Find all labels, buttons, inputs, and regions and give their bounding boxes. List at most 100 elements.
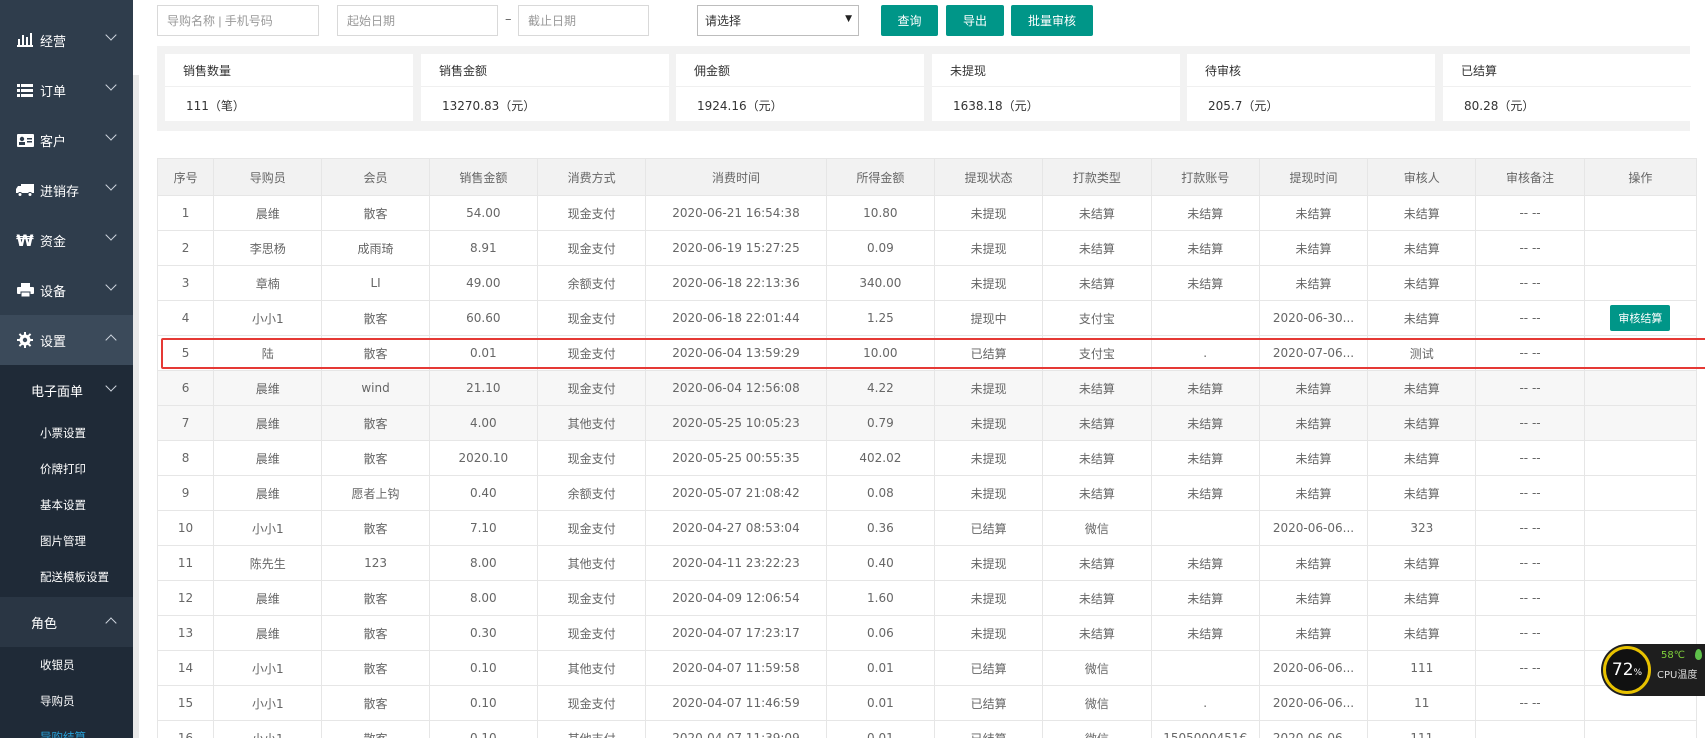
table-row[interactable]: 4 小小1 散客 60.60 现金支付 2020-06-18 22:01:44 1.25 提现…	[157, 300, 1698, 336]
table-cell: 7.10	[428, 510, 538, 546]
table-row[interactable]: 14 小小1 散客 0.10 其他支付 2020-04-07 11:59:58 0.01 已结…	[157, 650, 1698, 686]
table-cell: 未结算	[1367, 300, 1477, 336]
submenu-group-role[interactable]: 角色	[0, 597, 133, 647]
table-cell: 111	[1367, 720, 1477, 738]
table-row[interactable]: 15 小小1 散客 0.10 现金支付 2020-04-07 11:46:59 0.01 已结…	[157, 685, 1698, 721]
table-cell: 8.00	[428, 545, 538, 581]
table-cell: 未结算	[1367, 265, 1477, 301]
table-cell: 21.10	[428, 370, 538, 406]
table-cell: 现金支付	[536, 370, 647, 406]
cpu-temperature-widget[interactable]: 72% 58℃ CPU温度	[1601, 644, 1705, 696]
start-date-input[interactable]: 起始日期	[337, 5, 498, 36]
table-row[interactable]: 11 陈先生 123 8.00 其他支付 2020-04-11 23:22:23 0.40 未…	[157, 545, 1698, 581]
end-date-input[interactable]: 截止日期	[518, 5, 649, 36]
table-cell: 0.79	[825, 405, 936, 441]
table-cell: 未结算	[1367, 580, 1477, 616]
table-cell: 0.10	[428, 685, 538, 721]
cpu-percent: 72	[1611, 660, 1634, 680]
sidebar-item-label: 资金	[40, 234, 67, 250]
table-cell: 2020-06-18 22:01:44	[645, 300, 827, 336]
submenu-item-guide-settlement[interactable]: 导购结算	[0, 719, 133, 738]
table-row[interactable]: 3 章楠 LI 49.00 余额支付 2020-06-18 22:13:36 340.00 未…	[157, 265, 1698, 301]
sidebar-item-inventory[interactable]: 进销存	[0, 165, 133, 215]
table-row[interactable]: 9 晨维 愿者上钩 0.40 余额支付 2020-05-07 21:08:42 0.08 未提…	[157, 475, 1698, 511]
submenu-item-price-tag[interactable]: 价牌打印	[0, 451, 133, 487]
column-header: 消费时间	[645, 158, 827, 196]
stat-card-unwithdrawn: 未提现 1638.18（元）	[932, 54, 1180, 121]
dropdown-arrow-icon: ▼	[845, 14, 852, 24]
table-row[interactable]: 16小小1散客0.10其他支付2020-04-07 11:39:090.01已结…	[157, 720, 1698, 738]
table-cell: 未结算	[1150, 440, 1260, 476]
table-cell: 散客	[321, 405, 430, 441]
submenu-item-label: 配送模板设置	[40, 570, 109, 584]
table-row[interactable]: 13 晨维 散客 0.30 现金支付 2020-04-07 17:23:17 0.06 未提现…	[157, 615, 1698, 651]
export-button[interactable]: 导出	[946, 5, 1004, 36]
sidebar-item-funds[interactable]: ₩ 资金	[0, 215, 133, 265]
table-cell: 散客	[321, 300, 430, 336]
table-row[interactable]: 2 李思杨 成雨琦 8.91 现金支付 2020-06-19 15:27:25 0.09 未提…	[157, 230, 1698, 266]
table-cell: 8	[157, 440, 215, 476]
stat-title: 已结算	[1461, 64, 1498, 78]
submenu-group-ebill[interactable]: 电子面单	[0, 365, 133, 415]
sidebar-item-customers[interactable]: 客户	[0, 115, 133, 165]
table-row[interactable]: 8 晨维 散客 2020.10 现金支付 2020-05-25 00:55:35 402.0…	[157, 440, 1698, 476]
column-header: 消费方式	[536, 158, 647, 196]
sidebar-item-business[interactable]: 经营	[0, 15, 133, 65]
sidebar-scrollbar[interactable]	[133, 75, 139, 738]
table-cell: 未结算	[1367, 405, 1477, 441]
table-row[interactable]: 7 晨维 散客 4.00 其他支付 2020-05-25 10:05:23 0.79 未提现未…	[157, 405, 1698, 441]
chevron-down-icon	[105, 129, 117, 141]
table-cell: 支付宝	[1042, 335, 1152, 371]
table-cell: 未结算	[1367, 545, 1477, 581]
sidebar-item-settings[interactable]: 设置	[0, 315, 133, 365]
table-cell: 已结算	[933, 720, 1044, 738]
table-cell: 13	[157, 615, 215, 651]
table-cell: 未结算	[1150, 265, 1260, 301]
column-header: 操作	[1583, 158, 1698, 196]
submenu-item-delivery[interactable]: 配送模板设置	[0, 559, 133, 595]
sidebar-item-orders[interactable]: 订单	[0, 65, 133, 115]
table-cell: 微信	[1042, 720, 1152, 738]
table-cell: 小小1	[213, 300, 323, 336]
settlement-table-container[interactable]: 序号 导购员 会员 销售金额 消费方式 消费时间 所得金额 提现状态 打款类型 打款账号 提现时间审…	[157, 158, 1705, 738]
status-select[interactable]: 请选择 ▼	[697, 5, 859, 36]
table-cell: 2020-06-06...	[1258, 650, 1369, 686]
submenu-item-guide[interactable]: 导购员	[0, 683, 133, 719]
table-row[interactable]: 12 晨维 散客 8.00 现金支付 2020-04-09 12:06:54 1.60 未提现…	[157, 580, 1698, 616]
table-cell: 未结算	[1150, 195, 1260, 231]
sidebar-item-devices[interactable]: 设备	[0, 265, 133, 315]
column-header: 审核人	[1367, 158, 1477, 196]
table-cell	[1583, 405, 1698, 441]
table-cell: 晨维	[213, 370, 323, 406]
batch-audit-button[interactable]: 批量审核	[1011, 5, 1093, 36]
table-row[interactable]: 5 陆散客 0.01 现金支付 2020-06-04 13:59:29 10.00 已结算支…	[157, 335, 1698, 371]
table-cell: 15	[157, 685, 215, 721]
table-cell: 陆	[213, 335, 323, 371]
stat-value: 80.28（元）	[1464, 99, 1535, 113]
submenu-item-basic[interactable]: 基本设置	[0, 487, 133, 523]
submenu-item-receipt[interactable]: 小票设置	[0, 415, 133, 451]
audit-settle-button[interactable]: 审核结算	[1610, 305, 1671, 331]
settlement-table: 序号 导购员 会员 销售金额 消费方式 消费时间 所得金额 提现状态 打款类型 打款账号 提现时间审…	[157, 158, 1698, 738]
submenu-item-images[interactable]: 图片管理	[0, 523, 133, 559]
start-date-placeholder: 起始日期	[347, 14, 396, 28]
table-cell: 未结算	[1367, 370, 1477, 406]
submenu-item-cashier[interactable]: 收银员	[0, 647, 133, 683]
query-button[interactable]: 查询	[881, 5, 938, 36]
table-cell: 未结算	[1258, 475, 1369, 511]
sidebar-item-label: 进销存	[40, 184, 80, 200]
table-cell: 0.30	[428, 615, 538, 651]
table-cell: 未结算	[1042, 615, 1152, 651]
table-cell	[1583, 265, 1698, 301]
table-row[interactable]: 6 晨维 wind 21.10 现金支付 2020-06-04 12:56:08 4.22 未…	[157, 370, 1698, 406]
table-cell: 未提现	[933, 195, 1044, 231]
table-cell: wind	[321, 370, 430, 406]
table-cell	[1583, 475, 1698, 511]
table-row[interactable]: 1 晨维 散客 54.00 现金支付 2020-06-21 16:54:38 10.80 未提…	[157, 195, 1698, 231]
table-cell: 4.00	[428, 405, 538, 441]
search-input[interactable]: 导购名称 | 手机号码	[157, 5, 319, 36]
stat-value: 111（笔）	[186, 99, 245, 113]
sidebar-item-label: 经营	[40, 34, 67, 50]
chevron-down-icon	[105, 229, 117, 241]
table-row[interactable]: 10 小小1 散客 7.10 现金支付 2020-04-27 08:53:04 0.36 已结…	[157, 510, 1698, 546]
